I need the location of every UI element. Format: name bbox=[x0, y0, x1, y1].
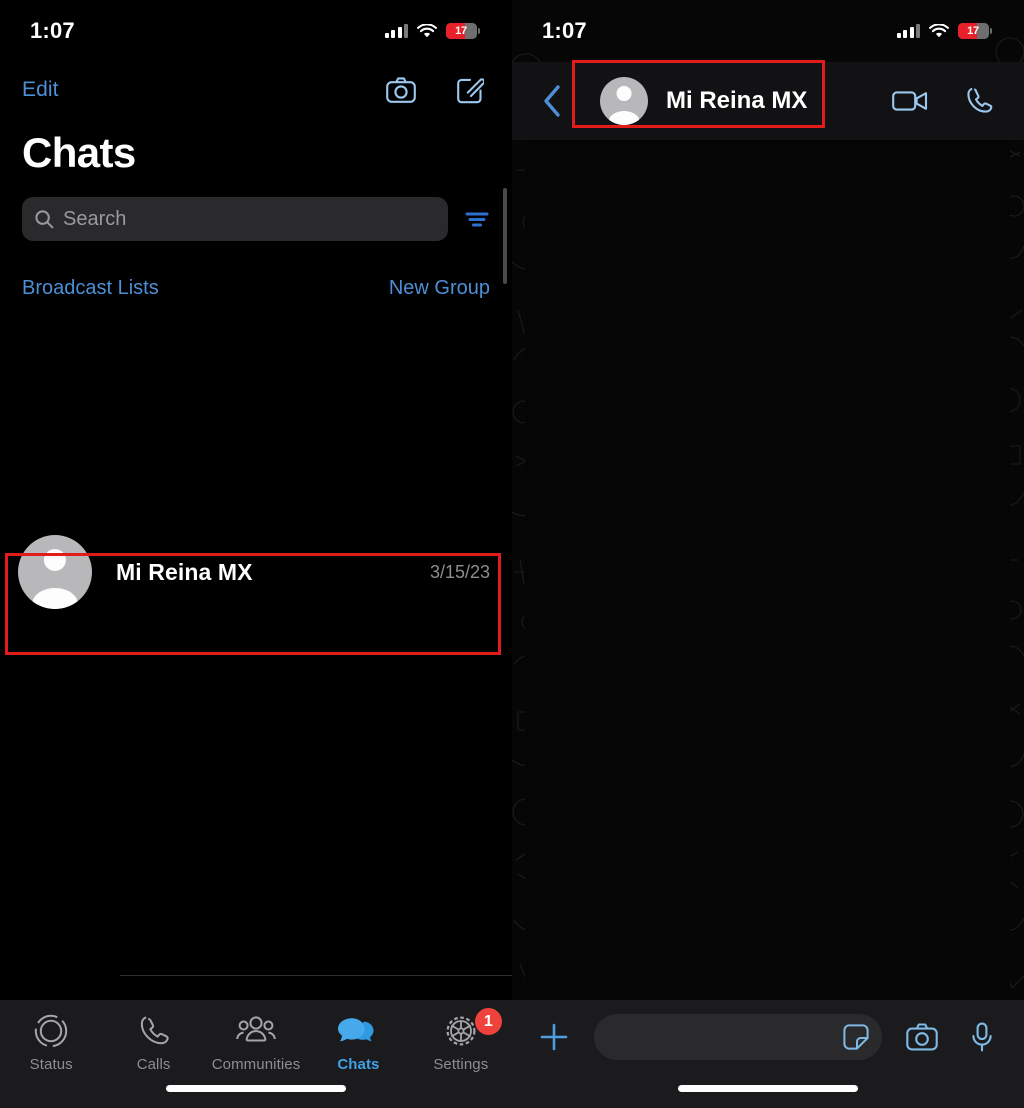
screenshot-root: 1:07 17 Edit Chats Search Broadcast List… bbox=[0, 0, 1024, 1108]
chat-bubbles-icon bbox=[338, 1012, 378, 1050]
bottom-tab-bar: Status Calls Communities Chats 1 Setting… bbox=[0, 1000, 512, 1108]
nav-actions bbox=[386, 76, 484, 104]
conversation-nav-bar: Mi Reina MX bbox=[512, 62, 1024, 140]
battery-icon: 17 bbox=[446, 23, 477, 39]
chat-timestamp: 3/15/23 bbox=[429, 561, 490, 582]
chat-contact-name: Mi Reina MX bbox=[116, 558, 253, 585]
tab-label: Communities bbox=[211, 1056, 301, 1073]
communities-icon bbox=[234, 1012, 278, 1050]
conversation-screen: 1:07 17 Mi Reina MX bbox=[512, 0, 1024, 1108]
phone-icon[interactable] bbox=[964, 86, 994, 116]
battery-level: 17 bbox=[967, 25, 979, 37]
edit-button[interactable]: Edit bbox=[22, 78, 59, 102]
broadcast-lists-link[interactable]: Broadcast Lists bbox=[22, 277, 159, 300]
chevron-left-icon[interactable] bbox=[530, 84, 574, 118]
status-bar-time: 1:07 bbox=[542, 18, 587, 43]
message-input-bar bbox=[512, 1000, 1024, 1108]
quick-links-row: Broadcast Lists New Group bbox=[0, 241, 512, 300]
tab-label: Status bbox=[29, 1056, 73, 1073]
conversation-header-peer[interactable]: Mi Reina MX bbox=[600, 77, 892, 125]
tab-label: Calls bbox=[136, 1056, 171, 1073]
chats-list-screen: 1:07 17 Edit Chats Search Broadcast List… bbox=[0, 0, 512, 1108]
cellular-signal-icon bbox=[896, 24, 920, 38]
tab-label: Settings bbox=[433, 1056, 489, 1073]
cellular-signal-icon bbox=[384, 24, 408, 38]
message-input[interactable] bbox=[594, 1014, 882, 1060]
chat-row-text: Mi Reina MX bbox=[116, 559, 406, 586]
tab-settings[interactable]: 1 Settings bbox=[410, 1008, 512, 1073]
conversation-peer-name: Mi Reina MX bbox=[666, 87, 808, 114]
new-group-link[interactable]: New Group bbox=[389, 277, 490, 300]
gear-icon bbox=[443, 1012, 479, 1050]
tab-status[interactable]: Status bbox=[0, 1012, 102, 1073]
search-icon bbox=[34, 209, 54, 229]
list-separator bbox=[120, 975, 512, 976]
tab-label: Chats bbox=[337, 1056, 380, 1073]
conversation-message-area bbox=[525, 133, 1010, 1000]
wifi-icon bbox=[929, 23, 949, 39]
tab-chats[interactable]: Chats bbox=[307, 1012, 409, 1073]
list-scrollbar[interactable] bbox=[503, 188, 507, 284]
home-indicator bbox=[166, 1085, 346, 1092]
status-rings-icon bbox=[33, 1012, 69, 1050]
search-placeholder: Search bbox=[63, 207, 127, 230]
home-indicator bbox=[678, 1085, 858, 1092]
avatar bbox=[600, 77, 648, 125]
status-bar-indicators: 17 bbox=[384, 23, 480, 39]
wifi-icon bbox=[417, 23, 437, 39]
call-actions bbox=[892, 86, 994, 116]
video-camera-icon[interactable] bbox=[892, 89, 928, 113]
search-row: Search bbox=[0, 177, 512, 241]
status-bar-left: 1:07 17 bbox=[0, 0, 512, 62]
camera-icon[interactable] bbox=[902, 1014, 942, 1060]
search-input[interactable]: Search bbox=[22, 197, 448, 241]
sticker-icon[interactable] bbox=[842, 1023, 870, 1051]
chat-list: Mi Reina MX 3/15/23 bbox=[0, 525, 512, 619]
tab-communities[interactable]: Communities bbox=[205, 1012, 307, 1073]
tab-calls[interactable]: Calls bbox=[102, 1012, 204, 1073]
settings-badge: 1 bbox=[474, 1008, 502, 1035]
microphone-icon[interactable] bbox=[962, 1014, 1002, 1060]
filter-icon[interactable] bbox=[464, 209, 490, 229]
plus-icon[interactable] bbox=[534, 1014, 574, 1060]
chats-nav-bar: Edit bbox=[0, 62, 512, 117]
battery-level: 17 bbox=[455, 25, 467, 37]
status-bar-right: 1:07 17 bbox=[512, 0, 1024, 62]
page-title: Chats bbox=[22, 129, 136, 176]
camera-icon[interactable] bbox=[386, 76, 416, 103]
status-bar-indicators: 17 bbox=[896, 23, 992, 39]
compose-icon[interactable] bbox=[456, 76, 484, 104]
battery-icon: 17 bbox=[958, 23, 989, 39]
avatar bbox=[18, 535, 92, 609]
phone-icon bbox=[137, 1012, 171, 1050]
status-bar-time: 1:07 bbox=[30, 18, 75, 43]
chat-list-row-mi-reina-mx[interactable]: Mi Reina MX 3/15/23 bbox=[0, 525, 512, 619]
